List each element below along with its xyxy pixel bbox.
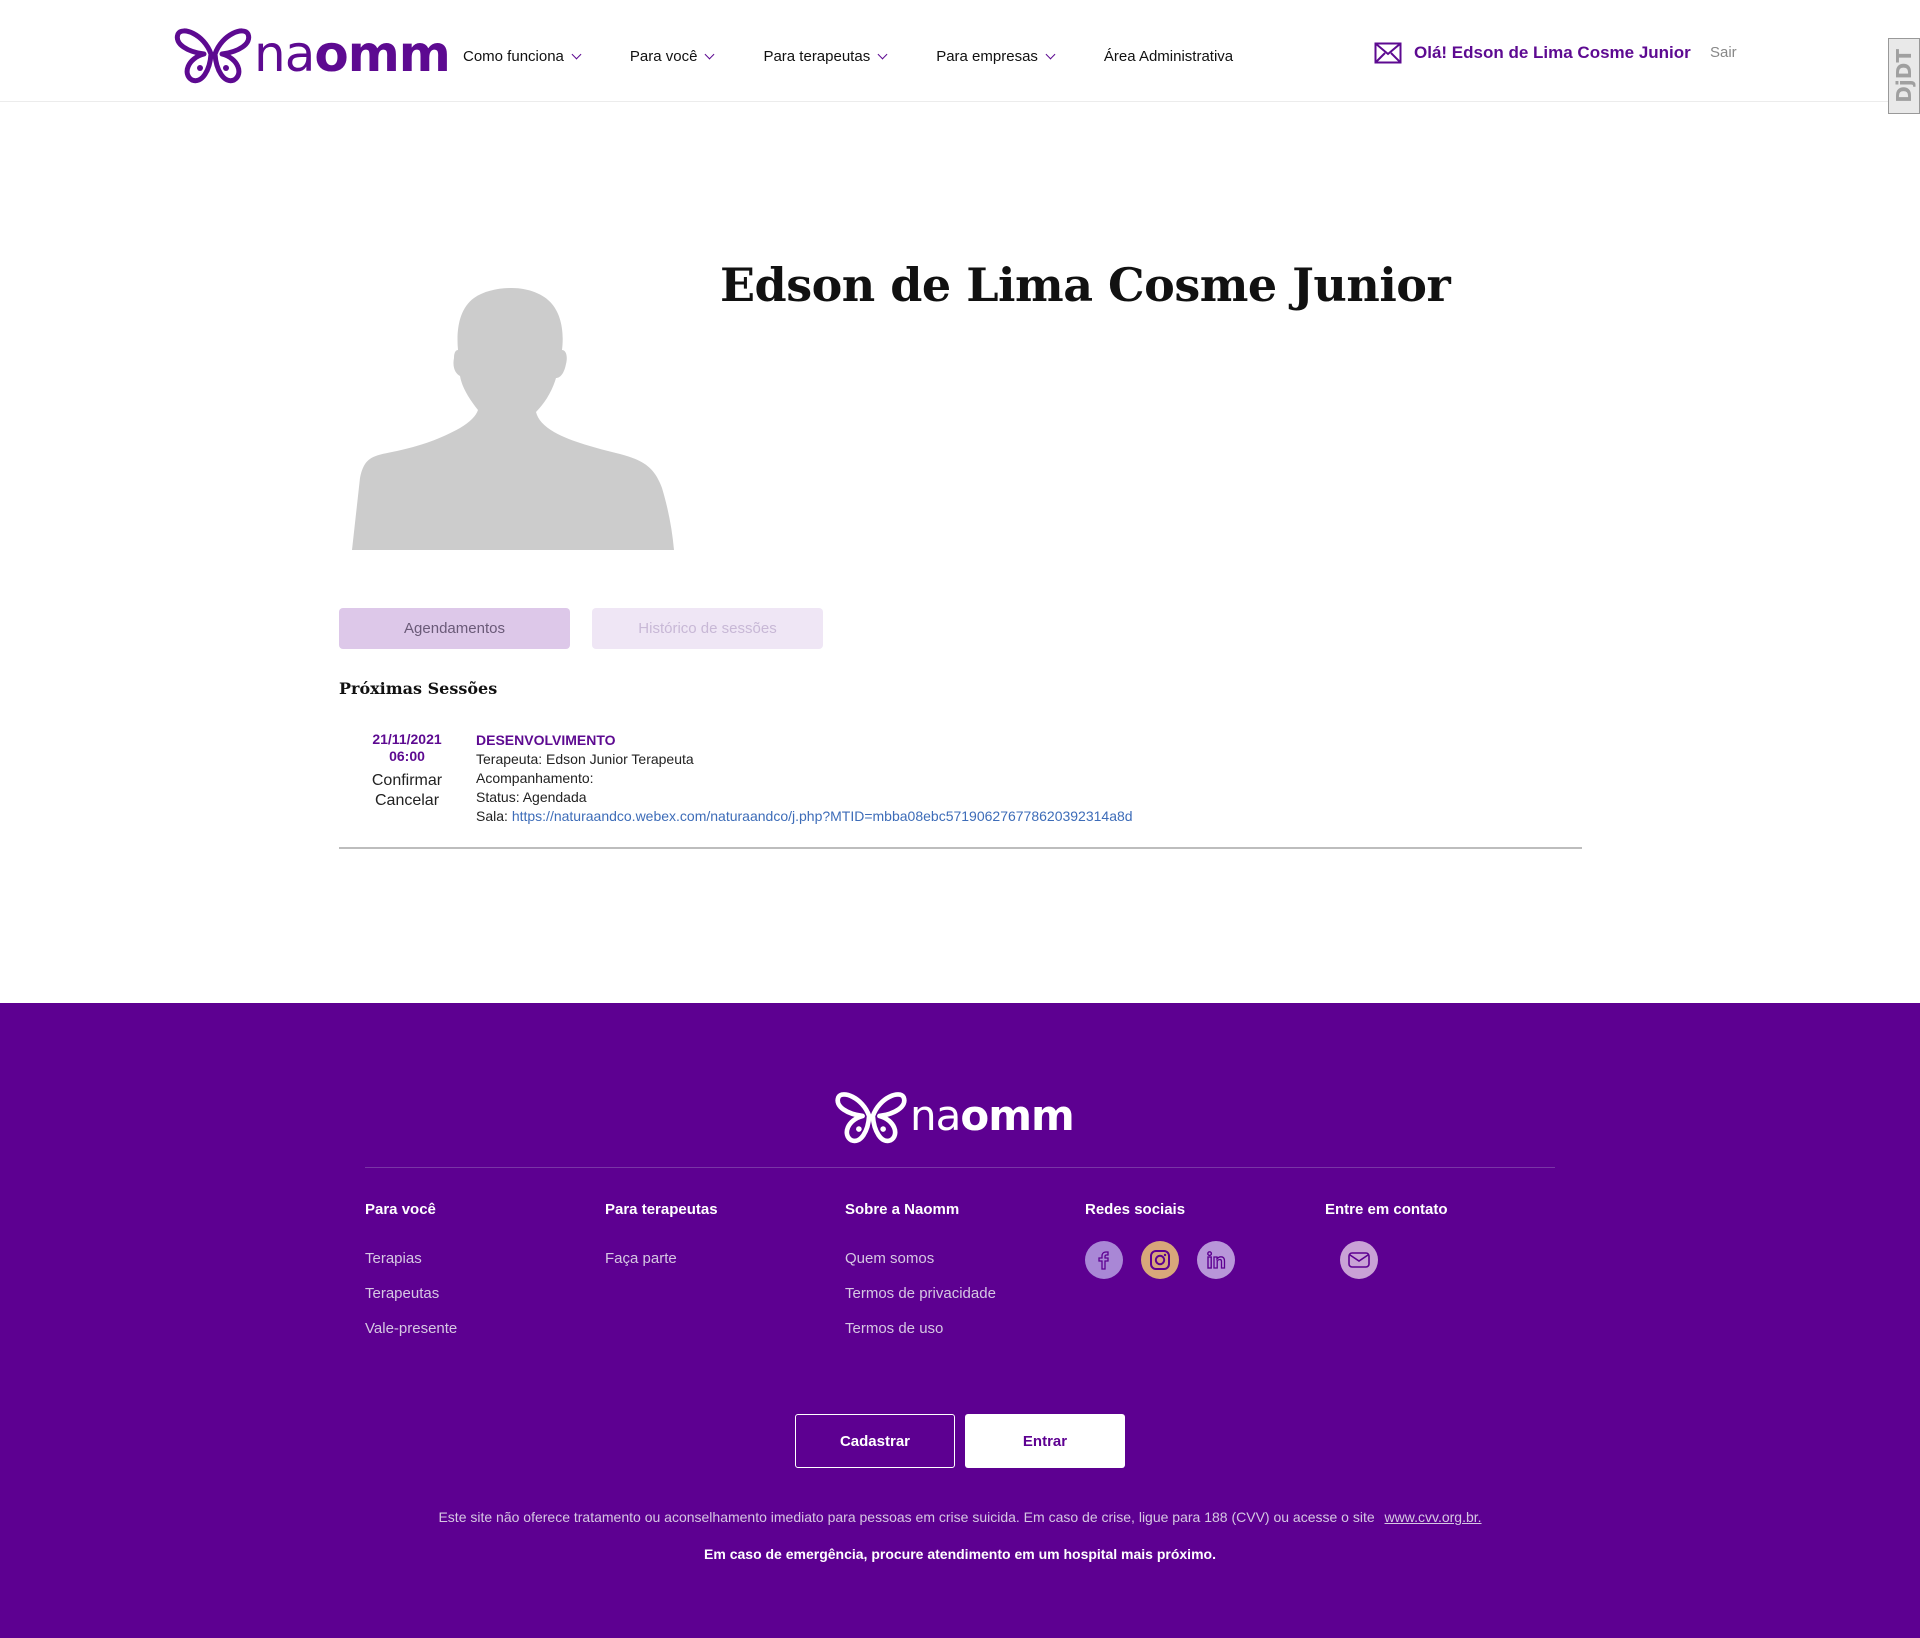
- session-item: 21/11/2021 06:00 Confirmar Cancelar DESE…: [339, 726, 1582, 849]
- cancel-session-button[interactable]: Cancelar: [339, 792, 475, 810]
- cvv-link[interactable]: www.cvv.org.br.: [1385, 1509, 1482, 1525]
- footer-heading: Para terapeutas: [605, 1201, 718, 1218]
- footer-link-vale-presente[interactable]: Vale-presente: [365, 1311, 457, 1346]
- disclaimer-body: Este site não oferece tratamento ou acon…: [438, 1509, 1375, 1525]
- footer-link-termos-uso[interactable]: Termos de uso: [845, 1311, 996, 1346]
- nav-label: Como funciona: [463, 47, 564, 65]
- nav-label: Para você: [629, 47, 698, 65]
- footer-heading: Entre em contato: [1325, 1201, 1448, 1218]
- tab-agendamentos[interactable]: Agendamentos: [339, 608, 570, 649]
- user-greeting[interactable]: Olá! Edson de Lima Cosme Junior: [1374, 42, 1691, 64]
- site-footer: naomm Para você Terapias Terapeutas Vale…: [0, 1003, 1920, 1638]
- chevron-down-icon: [1045, 49, 1056, 59]
- session-details: DESENVOLVIMENTO Terapeuta: Edson Junior …: [476, 731, 1133, 826]
- session-room-link[interactable]: https://naturaandco.webex.com/naturaandc…: [512, 808, 1133, 824]
- linkedin-icon[interactable]: [1197, 1241, 1235, 1279]
- nav-label: Área Administrativa: [1103, 47, 1234, 65]
- nav-para-empresas[interactable]: Para empresas: [936, 47, 1056, 65]
- session-type: DESENVOLVIMENTO: [476, 732, 616, 748]
- mail-icon[interactable]: [1340, 1241, 1378, 1279]
- main-nav: Como funciona Para você Para terapeutas …: [463, 0, 1283, 112]
- session-room: Sala: https://naturaandco.webex.com/natu…: [476, 807, 1133, 826]
- footer-col-sobre: Sobre a Naomm Quem somos Termos de priva…: [845, 1201, 996, 1346]
- debug-toolbar-handle[interactable]: DjDT: [1888, 38, 1920, 114]
- social-icons: [1085, 1241, 1235, 1279]
- footer-logo-text: naomm: [910, 1091, 1075, 1140]
- footer-col-para-terapeutas: Para terapeutas Faça parte: [605, 1201, 718, 1276]
- nav-label: Para terapeutas: [763, 47, 871, 65]
- emergency-notice: Em caso de emergência, procure atendimen…: [704, 1546, 1216, 1562]
- naomm-logo[interactable]: naomm: [174, 24, 451, 84]
- nav-label: Para empresas: [936, 47, 1038, 65]
- footer-col-contato: Entre em contato: [1325, 1201, 1448, 1279]
- footer-col-para-voce: Para você Terapias Terapeutas Vale-prese…: [365, 1201, 457, 1346]
- mail-icon[interactable]: [1374, 42, 1402, 64]
- butterfly-logo-icon: [174, 28, 252, 84]
- greeting-text: Olá! Edson de Lima Cosme Junior: [1414, 43, 1691, 62]
- footer-link-quem-somos[interactable]: Quem somos: [845, 1241, 996, 1276]
- session-time: 06:00: [389, 748, 425, 764]
- logout-link[interactable]: Sair: [1710, 44, 1737, 61]
- chevron-down-icon: [571, 49, 582, 59]
- footer-link-faca-parte[interactable]: Faça parte: [605, 1241, 718, 1276]
- tab-historico-sessoes[interactable]: Histórico de sessões: [592, 608, 823, 649]
- register-button[interactable]: Cadastrar: [795, 1414, 955, 1468]
- chevron-down-icon: [705, 49, 715, 59]
- footer-link-terapeutas[interactable]: Terapeutas: [365, 1276, 457, 1311]
- footer-heading: Sobre a Naomm: [845, 1201, 960, 1218]
- footer-link-privacidade[interactable]: Termos de privacidade: [845, 1276, 996, 1311]
- butterfly-logo-icon: [835, 1092, 907, 1144]
- session-datetime: 21/11/2021 06:00: [339, 731, 475, 765]
- footer-logo[interactable]: naomm: [834, 1088, 1075, 1144]
- nav-para-terapeutas[interactable]: Para terapeutas: [763, 47, 888, 65]
- nav-area-administrativa[interactable]: Área Administrativa: [1104, 48, 1233, 65]
- avatar-placeholder: [352, 288, 674, 550]
- debug-toolbar-label: DjDT: [1892, 49, 1916, 103]
- footer-divider: [365, 1167, 1555, 1168]
- session-therapist: Terapeuta: Edson Junior Terapeuta: [476, 751, 694, 767]
- instagram-icon[interactable]: [1141, 1241, 1179, 1279]
- chevron-down-icon: [877, 49, 888, 59]
- session-room-label: Sala:: [476, 808, 508, 824]
- footer-heading: Redes sociais: [1085, 1201, 1186, 1218]
- profile-name: Edson de Lima Cosme Junior: [720, 258, 1451, 312]
- footer-heading: Para você: [365, 1201, 436, 1218]
- disclaimer-text: Este site não oferece tratamento ou acon…: [0, 1509, 1920, 1525]
- session-date: 21/11/2021: [372, 731, 442, 747]
- nav-como-funciona[interactable]: Como funciona: [463, 47, 582, 65]
- confirm-session-button[interactable]: Confirmar: [339, 772, 475, 790]
- footer-col-redes-sociais: Redes sociais: [1085, 1201, 1235, 1279]
- logo-text: naomm: [254, 25, 451, 83]
- session-status: Status: Agendada: [476, 789, 587, 805]
- nav-para-voce[interactable]: Para você: [629, 47, 715, 65]
- footer-link-terapias[interactable]: Terapias: [365, 1241, 457, 1276]
- login-button[interactable]: Entrar: [965, 1414, 1125, 1468]
- section-title: Próximas Sessões: [339, 679, 498, 698]
- site-header: naomm Como funciona Para você Para terap…: [0, 0, 1920, 102]
- contact-icons: [1325, 1241, 1448, 1279]
- session-followup: Acompanhamento:: [476, 770, 594, 786]
- facebook-icon[interactable]: [1085, 1241, 1123, 1279]
